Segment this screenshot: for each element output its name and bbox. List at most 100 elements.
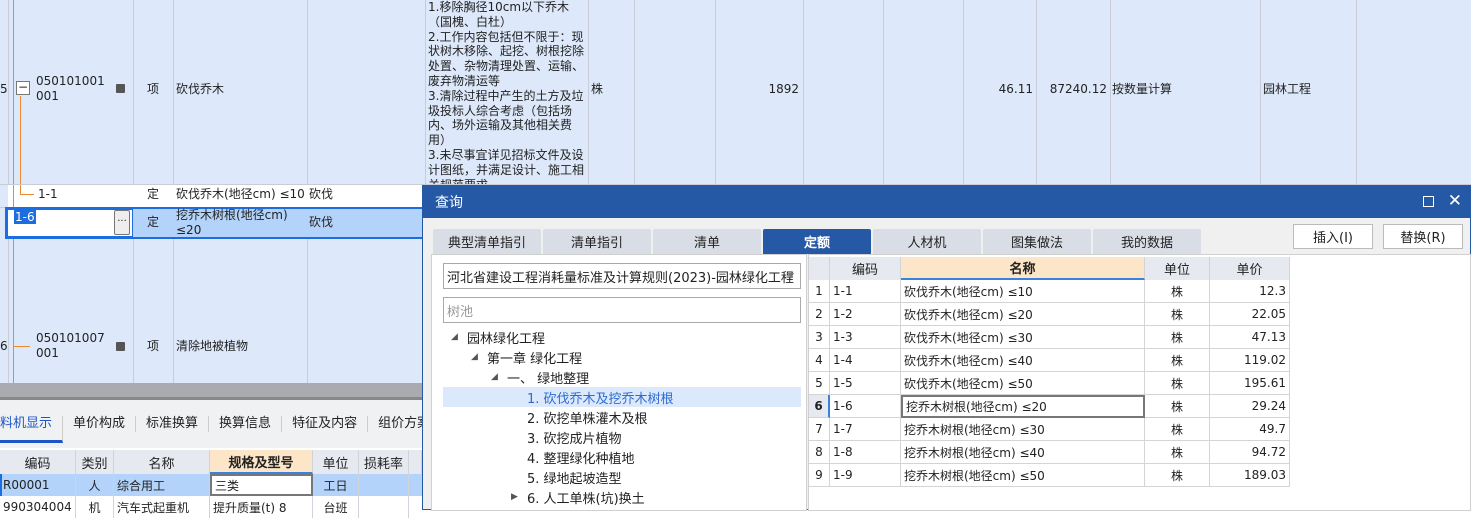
tab-typical-list-guide[interactable]: 典型清单指引 — [433, 229, 541, 254]
expanded-triangle-icon[interactable]: ◢ — [491, 372, 507, 382]
tab-my-data[interactable]: 我的数据 — [1093, 229, 1201, 254]
cell-unit[interactable]: 株 — [1145, 280, 1210, 303]
cell-unit[interactable]: 株 — [1145, 441, 1210, 464]
cell-code[interactable]: 1-7 — [830, 418, 901, 441]
row-number[interactable]: 3 — [809, 326, 830, 349]
maximize-icon[interactable] — [1423, 196, 1434, 207]
item-calc-method: 按数量计算 — [1112, 82, 1173, 96]
cell-unit[interactable]: 株 — [1145, 372, 1210, 395]
cell-name: 综合用工 — [114, 474, 210, 496]
tree-node-label: 一、 绿地整理 — [507, 371, 590, 387]
cell-code[interactable]: 1-4 — [830, 349, 901, 372]
cell-price[interactable]: 189.03 — [1210, 464, 1290, 487]
replace-button[interactable]: 替换(R) — [1383, 224, 1463, 249]
library-select[interactable]: 河北省建设工程消耗量标准及计算规则(2023)-园林绿化工程 ▼ — [443, 263, 801, 289]
tree-node[interactable]: ◢ 第一章 绿化工程 — [443, 347, 801, 367]
dialog-title-bar[interactable]: 查询 ✕ — [423, 186, 1470, 218]
item-code: 050101007001 — [36, 331, 105, 360]
row-number[interactable]: 8 — [809, 441, 830, 464]
tab-list[interactable]: 清单 — [653, 229, 761, 254]
item-name: 清除地被植物 — [176, 339, 249, 353]
cell-unit[interactable]: 株 — [1145, 418, 1210, 441]
tab-conversion-info[interactable]: 换算信息 — [209, 416, 283, 432]
cell-name[interactable]: 砍伐乔木(地径cm) ≤50 — [901, 372, 1145, 395]
tab-price-composition[interactable]: 单价构成 — [63, 416, 137, 432]
tree-node[interactable]: 5. 绿地起坡造型 — [443, 467, 801, 487]
cell-unit[interactable]: 株 — [1145, 395, 1210, 418]
collapsed-triangle-icon[interactable]: ▶ — [511, 492, 527, 502]
tree-node[interactable]: ▶ 6. 人工单株(坑)换土 — [443, 487, 801, 507]
tree-node[interactable]: 4. 整理绿化种植地 — [443, 447, 801, 467]
more-button[interactable]: ··· — [114, 210, 130, 235]
item-unit: 株 — [591, 82, 604, 96]
pane-splitter[interactable] — [0, 383, 422, 400]
row-number[interactable]: 6 — [809, 395, 830, 418]
expanded-triangle-icon[interactable]: ◢ — [451, 332, 467, 342]
quota-code: 1-1 — [38, 187, 58, 201]
row-number[interactable]: 1 — [809, 280, 830, 303]
tab-list-guide[interactable]: 清单指引 — [543, 229, 651, 254]
row-number[interactable]: 5 — [809, 372, 830, 395]
cell-code[interactable]: 1-3 — [830, 326, 901, 349]
search-input[interactable]: 树池 — [443, 297, 801, 323]
cell-name[interactable]: 砍伐乔木(地径cm) ≤30 — [901, 326, 1145, 349]
quota-spec: 砍伐 — [309, 187, 334, 201]
cell-code[interactable]: 1-8 — [830, 441, 901, 464]
expanded-triangle-icon[interactable]: ◢ — [471, 352, 487, 362]
cell-name[interactable]: 砍伐乔木(地径cm) ≤20 — [901, 303, 1145, 326]
row-number[interactable]: 7 — [809, 418, 830, 441]
cell-price[interactable]: 29.24 — [1210, 395, 1290, 418]
cell-unit: 工日 — [313, 474, 359, 496]
tab-atlas-method[interactable]: 图集做法 — [983, 229, 1091, 254]
cell-unit[interactable]: 株 — [1145, 303, 1210, 326]
row-number[interactable]: 9 — [809, 464, 830, 487]
tree-node[interactable]: 3. 砍挖成片植物 — [443, 427, 801, 447]
cell-code[interactable]: 1-2 — [830, 303, 901, 326]
quota-table: 编码 名称 单位 单价 1 1-1 砍伐乔木(地径cm) ≤10 株 12.3 2 1-2 砍… — [808, 254, 1471, 511]
tree-node[interactable]: ◢ 一、 绿地整理 — [443, 367, 801, 387]
tree-node[interactable]: 2. 砍挖单株灌木及根 — [443, 407, 801, 427]
row-number[interactable]: 4 — [809, 349, 830, 372]
tree-node-label: 第一章 绿化工程 — [487, 351, 583, 367]
cell-price[interactable]: 22.05 — [1210, 303, 1290, 326]
cell-name[interactable]: 挖乔木树根(地径cm) ≤30 — [901, 418, 1145, 441]
item-code: 050101001001 — [36, 74, 105, 103]
chevron-down-icon: ▼ — [787, 271, 794, 280]
cell-code[interactable]: 1-9 — [830, 464, 901, 487]
col-unit: 单位 — [313, 450, 359, 474]
cell-spec-input[interactable]: 三类 — [210, 474, 313, 496]
cell-unit[interactable]: 株 — [1145, 464, 1210, 487]
tree-node-label: 园林绿化工程 — [467, 331, 546, 347]
cell-name[interactable]: 挖乔木树根(地径cm) ≤40 — [901, 441, 1145, 464]
quota-code-input[interactable]: 1-6 — [14, 210, 36, 224]
tab-quota[interactable]: 定额 — [763, 229, 871, 254]
cell-price[interactable]: 12.3 — [1210, 280, 1290, 303]
row-number[interactable]: 2 — [809, 303, 830, 326]
tab-labor-material-machine[interactable]: 人材机 — [873, 229, 981, 254]
tree-node-label: 2. 砍挖单株灌木及根 — [527, 411, 648, 427]
cell-name[interactable]: 挖乔木树根(地径cm) ≤50 — [901, 464, 1145, 487]
tree-node[interactable]: 1. 砍伐乔木及挖乔木树根 — [443, 387, 801, 407]
cell-price[interactable]: 94.72 — [1210, 441, 1290, 464]
cell-code[interactable]: 1-5 — [830, 372, 901, 395]
cell-unit[interactable]: 株 — [1145, 326, 1210, 349]
cell-price[interactable]: 49.7 — [1210, 418, 1290, 441]
cell-price[interactable]: 195.61 — [1210, 372, 1290, 395]
col-spec: 规格及型号 — [210, 450, 313, 474]
tab-material-display[interactable]: 料机显示 — [0, 416, 64, 443]
cell-price[interactable]: 47.13 — [1210, 326, 1290, 349]
cell-name[interactable]: 砍伐乔木(地径cm) ≤40 — [901, 349, 1145, 372]
tree-node[interactable]: ◢ 园林绿化工程 — [443, 327, 801, 347]
tab-features-content[interactable]: 特征及内容 — [282, 416, 369, 432]
close-icon[interactable]: ✕ — [1448, 191, 1462, 211]
cell-unit[interactable]: 株 — [1145, 349, 1210, 372]
item-quantity: 1892 — [768, 82, 799, 96]
insert-button[interactable]: 插入(I) — [1293, 224, 1373, 249]
cell-price[interactable]: 119.02 — [1210, 349, 1290, 372]
cell-code[interactable]: 1-1 — [830, 280, 901, 303]
tab-standard-conversion[interactable]: 标准换算 — [136, 416, 210, 432]
cell-name[interactable]: 砍伐乔木(地径cm) ≤10 — [901, 280, 1145, 303]
cell-code[interactable]: 1-6 — [830, 395, 901, 418]
collapse-icon[interactable]: − — [16, 81, 30, 95]
cell-name[interactable]: 挖乔木树根(地径cm) ≤20 — [901, 395, 1145, 418]
